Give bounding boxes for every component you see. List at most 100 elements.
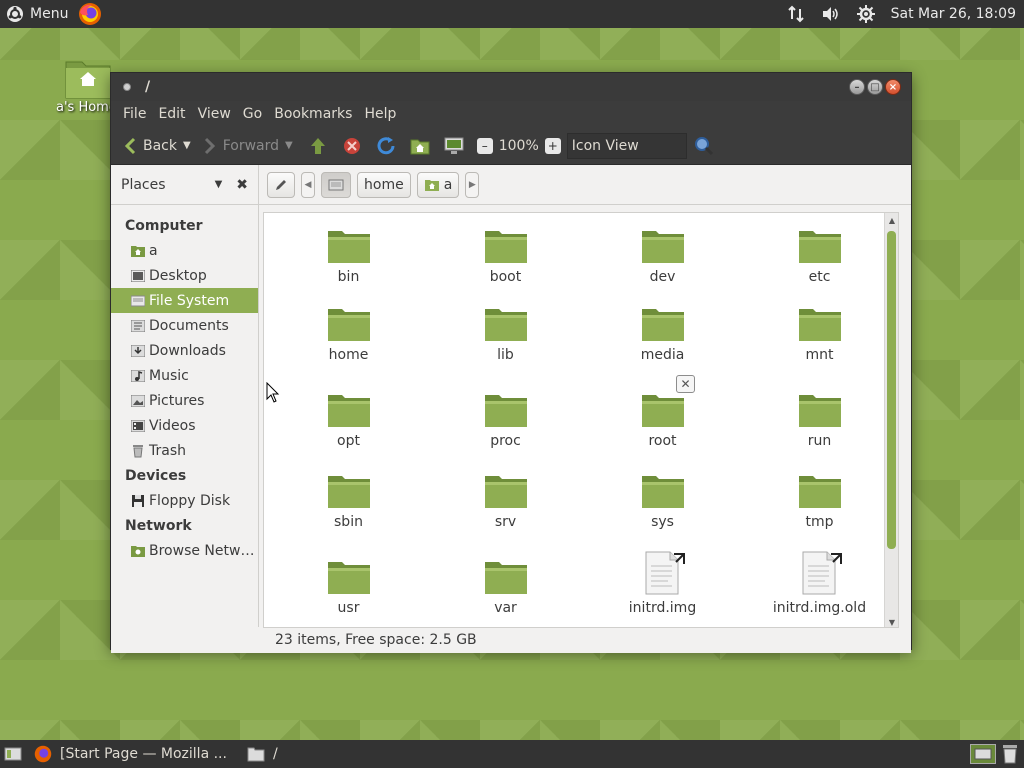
places-select[interactable]: Places (121, 177, 166, 193)
firefox-icon (79, 3, 102, 25)
sidebar-item-documents[interactable]: Documents (111, 313, 258, 338)
folder-item[interactable]: usr (270, 536, 427, 625)
toggle-location-entry-button[interactable] (267, 171, 295, 198)
sidebar-item-home[interactable]: a (111, 238, 258, 263)
minimize-button[interactable]: – (849, 79, 865, 95)
sidebar-item-browse-network[interactable]: Browse Netw… (111, 538, 258, 563)
menu-go[interactable]: Go (237, 106, 268, 122)
firefox-launcher[interactable] (78, 2, 102, 26)
folder-item[interactable]: boot (427, 213, 584, 291)
folder-item[interactable]: lib (427, 291, 584, 369)
home-icon (410, 139, 430, 154)
folder-item[interactable]: etc (741, 213, 898, 291)
file-label: usr (337, 600, 360, 616)
folder-icon (326, 227, 372, 265)
folder-icon (326, 391, 372, 429)
folder-icon (640, 391, 686, 429)
folder-item[interactable]: run (741, 369, 898, 458)
maximize-button[interactable]: □ (867, 79, 883, 95)
clock[interactable]: Sat Mar 26, 18:09 (891, 6, 1016, 22)
folder-item[interactable]: srv (427, 458, 584, 536)
folder-item[interactable]: var (427, 536, 584, 625)
sidebar-item-desktop[interactable]: Desktop (111, 263, 258, 288)
titlebar[interactable]: / – □ × (111, 73, 911, 101)
taskbar-item-file-manager[interactable]: / (237, 740, 288, 768)
forward-button[interactable]: Forward (199, 131, 283, 161)
sidebar-item-downloads[interactable]: Downloads (111, 338, 258, 363)
places-dropdown-icon[interactable]: ▼ (215, 179, 223, 190)
vertical-scrollbar[interactable]: ▲ ▼ (884, 213, 898, 627)
crumb-user[interactable]: a (416, 171, 460, 198)
forward-history-dropdown[interactable]: ▼ (285, 140, 293, 151)
view-mode-select[interactable]: Icon View (566, 132, 687, 159)
icon-view[interactable]: bin boot dev etc home lib media mnt opt (263, 212, 899, 628)
sidebar: Computer a Desktop File System Documents… (111, 205, 259, 627)
folder-item[interactable]: proc (427, 369, 584, 458)
trash-icon[interactable] (1000, 743, 1020, 765)
file-label: lib (497, 347, 514, 363)
folder-item[interactable]: home (270, 291, 427, 369)
folder-item[interactable]: dev (584, 213, 741, 291)
menu-file[interactable]: File (117, 106, 152, 122)
menu-bookmarks[interactable]: Bookmarks (268, 106, 358, 122)
zoom-out-button[interactable]: – (476, 137, 493, 154)
sidebar-item-file-system[interactable]: File System (111, 288, 258, 313)
stop-button[interactable] (339, 133, 365, 159)
file-label: mnt (805, 347, 834, 363)
window-title: / (145, 79, 151, 95)
sidebar-item-trash[interactable]: Trash (111, 438, 258, 463)
folder-item[interactable]: sbin (270, 458, 427, 536)
computer-button[interactable] (441, 133, 467, 159)
workspace-switcher[interactable] (970, 744, 996, 764)
desktop-home-label[interactable]: a's Home (56, 100, 116, 115)
firefox-icon (34, 745, 52, 763)
file-label: etc (808, 269, 831, 285)
file-label: srv (494, 514, 517, 530)
folder-item[interactable]: tmp (741, 458, 898, 536)
folder-item[interactable]: sys (584, 458, 741, 536)
crumb-home[interactable]: home (357, 171, 411, 198)
show-desktop-button[interactable] (2, 745, 24, 763)
crumb-filesystem[interactable] (321, 171, 351, 198)
sidebar-item-floppy[interactable]: Floppy Disk (111, 488, 258, 513)
zoom-in-button[interactable]: + (544, 137, 561, 154)
window-menu-icon[interactable] (123, 83, 131, 91)
reload-button[interactable] (373, 133, 399, 159)
menu-edit[interactable]: Edit (152, 106, 191, 122)
menu-button[interactable]: Menu (0, 0, 76, 28)
scroll-up-arrow-icon[interactable]: ▲ (885, 213, 898, 227)
menu-help[interactable]: Help (358, 106, 402, 122)
bottom-panel: [Start Page — Mozilla ... / (0, 740, 1024, 768)
settings-gear-icon[interactable] (856, 5, 875, 23)
search-button[interactable] (691, 133, 717, 159)
sidebar-item-label: Browse Netw… (149, 542, 255, 559)
volume-icon[interactable] (821, 5, 841, 23)
crumb-left-arrow[interactable]: ◀ (301, 171, 315, 198)
taskbar-item-firefox[interactable]: [Start Page — Mozilla ... (24, 740, 237, 768)
menu-view[interactable]: View (192, 106, 237, 122)
network-icon[interactable] (787, 5, 805, 23)
top-panel: Menu Sat Mar 26, 18:09 (0, 0, 1024, 28)
close-button[interactable]: × (885, 79, 901, 95)
close-sidebar-icon[interactable]: ✖ (236, 177, 248, 193)
folder-item[interactable]: bin (270, 213, 427, 291)
file-item[interactable]: initrd.img (584, 536, 741, 625)
folder-item[interactable]: opt (270, 369, 427, 458)
back-button[interactable]: Back (119, 131, 181, 161)
folder-item[interactable]: mnt (741, 291, 898, 369)
sidebar-item-pictures[interactable]: Pictures (111, 388, 258, 413)
folder-item[interactable]: root (584, 369, 741, 458)
scrollbar-thumb[interactable] (887, 231, 896, 549)
crumb-right-arrow[interactable]: ▶ (465, 171, 480, 198)
back-history-dropdown[interactable]: ▼ (183, 140, 191, 151)
folder-icon (326, 305, 372, 343)
tooltip-close-icon[interactable]: ✕ (676, 375, 695, 393)
up-button[interactable] (305, 133, 331, 159)
home-folder-small-icon (424, 179, 439, 191)
sidebar-item-videos[interactable]: Videos (111, 413, 258, 438)
file-item[interactable]: initrd.img.old (741, 536, 898, 625)
folder-item[interactable]: media (584, 291, 741, 369)
scroll-down-arrow-icon[interactable]: ▼ (885, 615, 898, 627)
home-button[interactable] (407, 133, 433, 159)
sidebar-item-music[interactable]: Music (111, 363, 258, 388)
